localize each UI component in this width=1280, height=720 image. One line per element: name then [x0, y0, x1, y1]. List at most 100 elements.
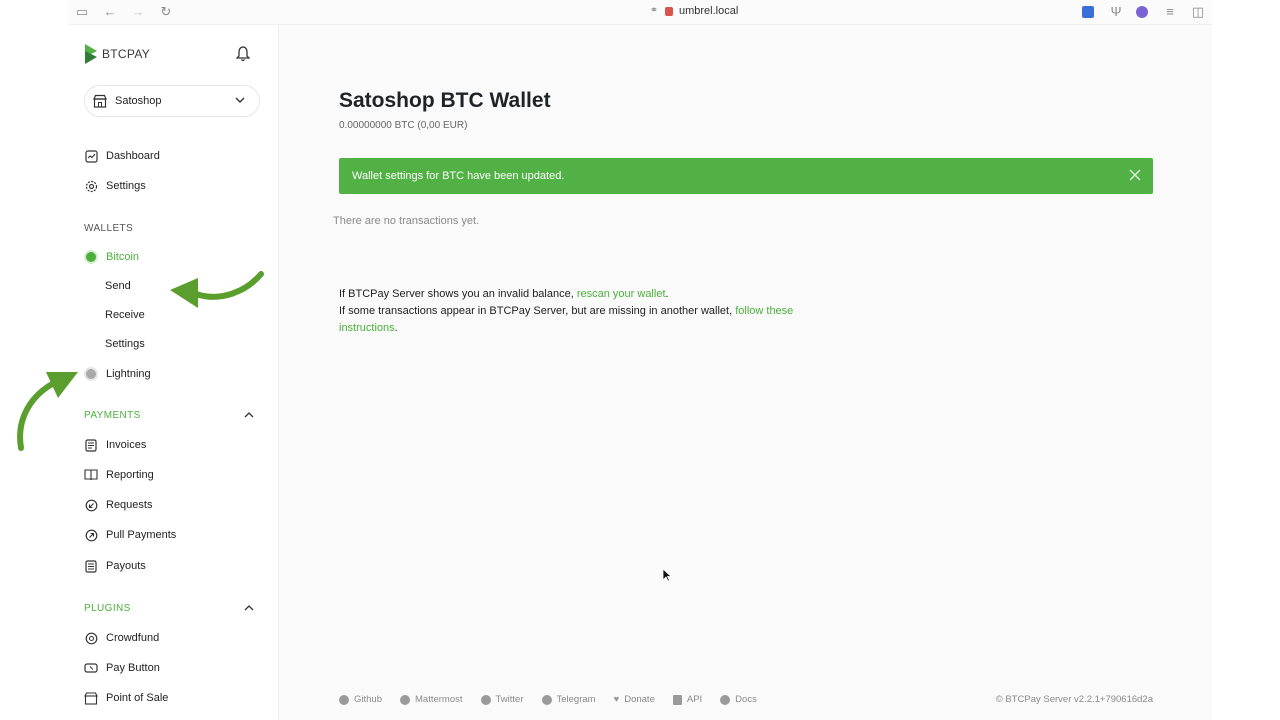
nav-pull-payments[interactable]: Pull Payments	[84, 526, 176, 544]
info-line2-text: If some transactions appear in BTCPay Se…	[339, 305, 736, 317]
nav-settings-label: Settings	[106, 180, 146, 192]
help-icon	[720, 694, 731, 705]
forward-icon[interactable]: →	[130, 4, 146, 20]
nav-reporting[interactable]: Reporting	[84, 466, 154, 484]
trident-icon[interactable]: Ψ	[1108, 4, 1124, 20]
footer-link-label: Twitter	[495, 694, 524, 705]
info-line1-suffix: .	[665, 288, 669, 300]
split-view-icon[interactable]: ◫	[1190, 4, 1206, 20]
mouse-cursor-icon	[662, 568, 672, 582]
bitcoin-status-dot-icon	[84, 250, 98, 264]
browser-toolbar: ▭ ← → ↻ ⚭ umbrel.local Ψ ≡ ◫	[68, 0, 1212, 25]
footer-link-telegram[interactable]: Telegram	[541, 694, 596, 705]
btcpay-logo-icon	[85, 44, 97, 64]
lock-icon	[665, 6, 673, 16]
wallet-balance: 0.00000000 BTC (0,00 EUR)	[339, 120, 468, 131]
store-selector[interactable]: Satoshop	[84, 85, 260, 117]
point-of-sale-icon	[84, 691, 98, 705]
footer-link-docs[interactable]: Docs	[720, 694, 757, 705]
store-name: Satoshop	[115, 95, 162, 107]
lightning-status-dot-icon	[84, 367, 98, 381]
url-text: umbrel.local	[679, 5, 739, 17]
payouts-icon	[84, 559, 98, 573]
nav-crowdfund[interactable]: Crowdfund	[84, 629, 159, 647]
reload-icon[interactable]: ↻	[158, 4, 174, 20]
sidebar-toggle-icon[interactable]: ▭	[74, 4, 90, 20]
alert-message: Wallet settings for BTC have been update…	[352, 170, 565, 182]
nav-bitcoin[interactable]: Bitcoin	[84, 248, 139, 266]
footer-link-donate[interactable]: ♥ Donate	[614, 694, 655, 705]
link-icon: ⚭	[649, 5, 659, 16]
footer-link-api[interactable]: API	[672, 694, 703, 705]
nav-wallet-receive[interactable]: Receive	[105, 309, 145, 321]
close-icon[interactable]	[1128, 168, 1142, 182]
payments-heading[interactable]: PAYMENTS	[84, 410, 141, 421]
twitter-icon	[480, 694, 491, 705]
nav-pay-button-label: Pay Button	[106, 662, 160, 674]
extension-purple-icon[interactable]	[1136, 6, 1148, 18]
footer-link-mattermost[interactable]: Mattermost	[400, 694, 463, 705]
dashboard-icon	[84, 149, 98, 163]
nav-point-of-sale[interactable]: Point of Sale	[84, 689, 168, 707]
nav-lightning[interactable]: Lightning	[84, 365, 151, 383]
sidebar: BTCPAY Satoshop Dashboard Settings WALLE…	[68, 25, 279, 720]
nav-bitcoin-label: Bitcoin	[106, 251, 140, 263]
nav-point-of-sale-label: Point of Sale	[106, 692, 169, 704]
footer-link-github[interactable]: Github	[339, 694, 382, 705]
footer-link-label: Donate	[624, 694, 655, 705]
pay-button-icon	[84, 661, 98, 675]
footer-link-twitter[interactable]: Twitter	[480, 694, 524, 705]
wallets-heading: WALLETS	[84, 223, 134, 234]
footer-link-label: Docs	[735, 694, 757, 705]
address-bar[interactable]: ⚭ umbrel.local	[649, 5, 739, 17]
footer-link-label: Github	[354, 694, 382, 705]
success-alert: Wallet settings for BTC have been update…	[339, 158, 1153, 194]
main-content: Satoshop BTC Wallet 0.00000000 BTC (0,00…	[279, 25, 1212, 720]
nav-wallet-settings[interactable]: Settings	[105, 338, 145, 350]
info-line1-text: If BTCPay Server shows you an invalid ba…	[339, 288, 577, 300]
extension-icon[interactable]	[1082, 6, 1094, 18]
nav-payouts[interactable]: Payouts	[84, 557, 146, 575]
invoice-icon	[84, 438, 98, 452]
app-window: ▭ ← → ↻ ⚭ umbrel.local Ψ ≡ ◫ BTCPAY Sato…	[0, 0, 1280, 720]
footer: Github Mattermost Twitter Telegram ♥ Dona…	[339, 694, 1153, 708]
plugins-heading[interactable]: PLUGINS	[84, 603, 131, 614]
nav-pay-button[interactable]: Pay Button	[84, 659, 160, 677]
store-icon	[93, 94, 107, 108]
bell-icon[interactable]	[236, 46, 250, 62]
nav-requests-label: Requests	[106, 499, 153, 511]
nav-pull-payments-label: Pull Payments	[106, 529, 177, 541]
rescan-wallet-link[interactable]: rescan your wallet	[577, 288, 666, 300]
pull-payments-icon	[84, 528, 98, 542]
nav-settings[interactable]: Settings	[84, 177, 146, 195]
telegram-icon	[541, 694, 552, 705]
footer-link-label: Mattermost	[415, 694, 463, 705]
annotation-arrow-icon	[17, 372, 78, 451]
gear-icon	[84, 179, 98, 193]
footer-link-label: Telegram	[556, 694, 596, 705]
version-text: © BTCPay Server v2.2.1+790616d2a	[995, 694, 1153, 705]
nav-wallet-send[interactable]: Send	[105, 280, 131, 292]
github-icon	[339, 694, 349, 705]
annotation-arrow-icon	[170, 271, 264, 308]
chevron-down-icon	[235, 97, 245, 103]
nav-dashboard[interactable]: Dashboard	[84, 147, 160, 165]
footer-link-label: API	[686, 694, 703, 705]
reader-icon[interactable]: ≡	[1162, 4, 1178, 20]
btcpay-logo[interactable]: BTCPAY	[84, 43, 150, 65]
heart-icon: ♥	[613, 694, 620, 705]
reporting-icon	[84, 468, 98, 482]
nav-invoices-label: Invoices	[106, 439, 147, 451]
nav-invoices[interactable]: Invoices	[84, 436, 146, 454]
nav-dashboard-label: Dashboard	[106, 150, 160, 162]
logo-text: BTCPAY	[102, 47, 151, 61]
info-line2-suffix: .	[394, 322, 398, 334]
nav-requests[interactable]: Requests	[84, 496, 152, 514]
nav-lightning-label: Lightning	[106, 368, 151, 380]
chevron-up-icon[interactable]	[244, 411, 254, 419]
nav-reporting-label: Reporting	[106, 469, 154, 481]
chevron-up-icon[interactable]	[244, 604, 254, 612]
nav-crowdfund-label: Crowdfund	[106, 632, 160, 644]
no-transactions-text: There are no transactions yet.	[333, 215, 480, 227]
back-icon[interactable]: ←	[102, 4, 118, 20]
